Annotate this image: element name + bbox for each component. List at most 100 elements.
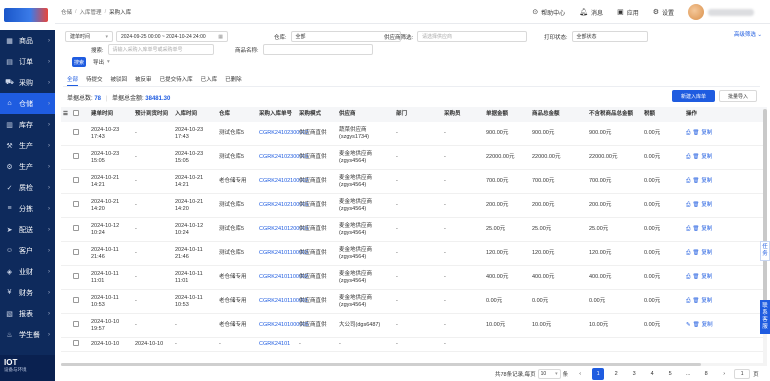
sidebar-item[interactable]: ◈ 业财 › <box>0 261 55 282</box>
breadcrumb-item[interactable]: 仓储 <box>61 8 72 16</box>
horizontal-scroll-thumb[interactable] <box>61 363 701 366</box>
page-button[interactable]: 4 <box>646 368 658 380</box>
sidebar-item[interactable]: ▤ 订单 › <box>0 51 55 72</box>
column-settings-icon[interactable]: ☰ <box>61 111 71 118</box>
copy-link[interactable]: 复制 <box>701 226 712 233</box>
inbound-number-link[interactable]: CGRK24102300001 <box>257 154 309 161</box>
copy-link[interactable]: 复制 <box>701 178 712 185</box>
sidebar-item[interactable]: ☺ 客户 › <box>0 240 55 261</box>
page-jump-input[interactable]: 1 <box>734 369 751 379</box>
status-tab[interactable]: 被驳回 <box>111 75 128 86</box>
delete-icon[interactable]: 🗑︎ <box>693 322 700 329</box>
page-button[interactable]: 3 <box>628 368 640 380</box>
status-tab[interactable]: 已提交待入库 <box>160 75 193 86</box>
inbound-number-link[interactable]: CGRK24101100001 <box>257 298 308 305</box>
copy-link[interactable]: 复制 <box>702 322 713 329</box>
column-header[interactable]: 采购入库单号 <box>257 111 297 118</box>
status-tab[interactable]: 待提交 <box>86 75 103 86</box>
print-icon[interactable]: ⎙ <box>686 178 690 185</box>
supplier-select[interactable]: 请选择供应商 <box>417 31 528 42</box>
copy-link[interactable]: 复制 <box>701 274 712 281</box>
settings-button[interactable]: ⚙ 设置 <box>653 8 674 17</box>
print-icon[interactable]: ⎙ <box>686 274 690 281</box>
status-tab[interactable]: 被反审 <box>135 75 152 86</box>
edit-icon[interactable]: ✎ <box>686 322 691 329</box>
search-input[interactable]: 请输入采购入库单号或采购单号 <box>107 44 214 55</box>
row-checkbox[interactable] <box>71 321 89 330</box>
copy-link[interactable]: 复制 <box>701 154 712 161</box>
table-row[interactable]: 2024-10-10 19:57 - - 老仓储专用 CGRK24101000005 供应… <box>61 314 767 338</box>
print-icon[interactable]: ⎙ <box>686 298 690 305</box>
row-checkbox[interactable] <box>71 340 89 349</box>
sidebar-item[interactable]: ▥ 库存 › <box>0 114 55 135</box>
column-header[interactable]: 税额 <box>642 111 684 118</box>
batch-import-button[interactable]: 批量导入 <box>719 90 757 102</box>
delete-icon[interactable]: 🗑︎ <box>692 202 699 209</box>
table-row[interactable]: 2024-10-11 10:53 - 2024-10-11 10:53 老仓储专用 CG… <box>61 290 767 314</box>
sidebar-item[interactable]: ⚙ 生产 › <box>0 156 55 177</box>
new-inbound-button[interactable]: 新建入库单 <box>672 90 715 102</box>
column-header[interactable]: 操作 <box>684 111 714 118</box>
delete-icon[interactable]: 🗑︎ <box>692 250 699 257</box>
column-header[interactable]: 建单时间 <box>89 111 133 118</box>
inbound-number-link[interactable]: CGRK24102100002 <box>257 178 309 185</box>
sidebar-item[interactable]: ≡ 分拣 › <box>0 198 55 219</box>
avatar[interactable] <box>688 4 704 20</box>
date-range-picker[interactable]: 2024-09-25 00:00 ~ 2024-10-24 24:00 ▦ <box>116 31 228 42</box>
row-checkbox[interactable] <box>71 153 89 162</box>
advanced-filter-button[interactable]: 高级筛选 ⌄ <box>734 30 762 38</box>
task-side-tab[interactable]: 任务 <box>760 241 770 261</box>
messages-button[interactable]: 🔔︎ 消息 <box>579 8 603 17</box>
copy-link[interactable]: 复制 <box>701 250 712 257</box>
table-row[interactable]: 2024-10-11 11:01 - 2024-10-11 11:01 老仓储专用 CG… <box>61 266 767 290</box>
user-name[interactable] <box>708 8 754 16</box>
select-all-checkbox[interactable] <box>71 110 89 119</box>
row-checkbox[interactable] <box>71 249 89 258</box>
delete-icon[interactable]: 🗑︎ <box>692 154 699 161</box>
breadcrumb-item[interactable]: 入库管理 <box>80 8 102 16</box>
column-header[interactable]: 商品总金额 <box>530 111 587 118</box>
page-button[interactable]: 8 <box>700 368 712 380</box>
table-row[interactable]: 2024-10-21 14:21 - 2024-10-21 14:21 老仓储专用 CG… <box>61 170 767 194</box>
next-page-button[interactable]: › <box>718 368 730 380</box>
row-checkbox[interactable] <box>71 225 89 234</box>
status-tab[interactable]: 全部 <box>67 75 79 86</box>
column-header[interactable]: 入库时间 <box>173 111 217 118</box>
column-header[interactable]: 采购模式 <box>297 111 337 118</box>
delete-icon[interactable]: 🗑︎ <box>692 298 699 305</box>
apps-button[interactable]: ▣ 应用 <box>617 8 639 17</box>
row-checkbox[interactable] <box>71 129 89 138</box>
column-header[interactable]: 供应商 <box>337 111 394 118</box>
print-status-select[interactable]: 全部状态 <box>571 31 648 42</box>
page-size-select[interactable]: 10 ▾ <box>537 369 561 379</box>
status-tab[interactable]: 已入库 <box>201 75 218 86</box>
inbound-number-link[interactable]: CGRK24101200001 <box>257 226 309 233</box>
copy-link[interactable]: 复制 <box>701 202 712 209</box>
inbound-number-link[interactable]: CGRK24101000005 <box>257 322 309 329</box>
sidebar-item[interactable]: ▧ 报表 › <box>0 303 55 324</box>
print-icon[interactable]: ⎙ <box>686 154 690 161</box>
print-icon[interactable]: ⎙ <box>686 130 690 137</box>
table-row[interactable]: 2024-10-21 14:20 - 2024-10-21 14:20 测试仓库5 CG… <box>61 194 767 218</box>
table-row[interactable]: 2024-10-23 17:43 - 2024-10-23 17:43 测试仓库5 CG… <box>61 122 767 146</box>
print-icon[interactable]: ⎙ <box>686 202 690 209</box>
table-row[interactable]: 2024-10-23 15:05 - 2024-10-23 15:05 测试仓库5 CG… <box>61 146 767 170</box>
inbound-number-link[interactable]: CGRK24101100002 <box>257 274 308 281</box>
help-center-button[interactable]: ⊙ 帮助中心 <box>532 8 565 17</box>
table-row[interactable]: 2024-10-11 21:46 - 2024-10-11 21:46 测试仓库5 CG… <box>61 242 767 266</box>
page-button[interactable]: 5 <box>664 368 676 380</box>
delete-icon[interactable]: 🗑︎ <box>692 274 699 281</box>
export-dropdown[interactable]: 导出 ▾ <box>93 58 110 66</box>
row-checkbox[interactable] <box>71 273 89 282</box>
column-header[interactable]: 仓库 <box>217 111 257 118</box>
sidebar-item[interactable]: ⚒ 生产 › <box>0 135 55 156</box>
sidebar-item[interactable]: ▦ 商品 › <box>0 30 55 51</box>
column-header[interactable]: 部门 <box>394 111 442 118</box>
sidebar-item[interactable]: ➤ 配送 › <box>0 219 55 240</box>
sidebar-item[interactable]: ⛟ 采购 › <box>0 72 55 93</box>
column-header[interactable]: 单据金额 <box>484 111 530 118</box>
product-name-input[interactable] <box>262 44 373 55</box>
inbound-number-link[interactable]: CGRK24101 <box>257 341 297 348</box>
table-row[interactable]: 2024-10-12 10:24 - 2024-10-12 10:24 测试仓库5 CG… <box>61 218 767 242</box>
column-header[interactable]: 预计到货时间 <box>133 111 173 118</box>
